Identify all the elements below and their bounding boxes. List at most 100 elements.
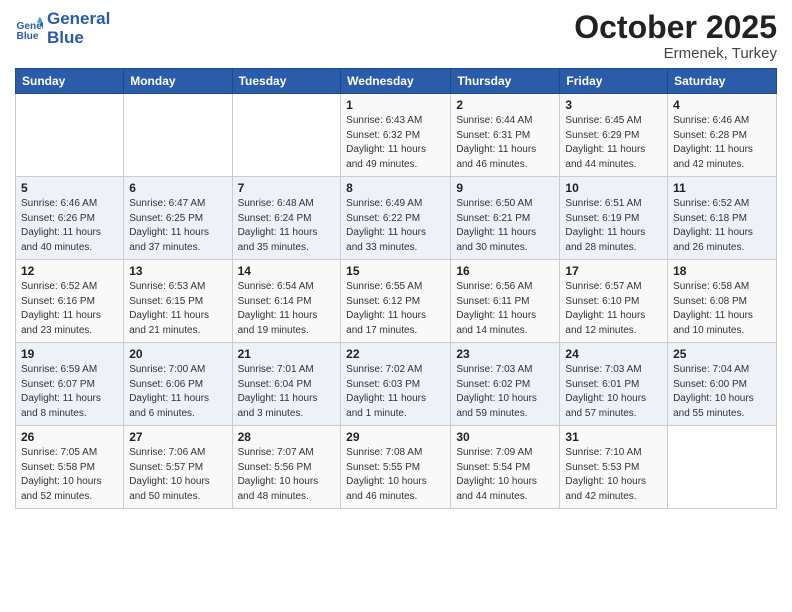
logo-general: General bbox=[47, 10, 110, 29]
day-number: 16 bbox=[456, 264, 554, 278]
day-detail: Sunrise: 7:05 AMSunset: 5:58 PMDaylight:… bbox=[21, 446, 118, 504]
day-cell: 24 Sunrise: 7:03 AMSunset: 6:01 PMDayligh… bbox=[560, 343, 668, 426]
day-number: 17 bbox=[565, 264, 662, 278]
day-number: 15 bbox=[346, 264, 445, 278]
day-number: 19 bbox=[21, 347, 118, 361]
day-number: 6 bbox=[129, 181, 226, 195]
day-cell: 1 Sunrise: 6:43 AMSunset: 6:32 PMDaylight… bbox=[341, 94, 451, 177]
title-block: October 2025 Ermenek, Turkey bbox=[574, 10, 777, 62]
day-number: 31 bbox=[565, 430, 662, 444]
page: General Blue General Blue October 2025 E… bbox=[0, 0, 792, 612]
day-number: 11 bbox=[673, 181, 771, 195]
day-cell: 29Sunrise: 7:08 AMSunset: 5:55 PMDayligh… bbox=[341, 426, 451, 509]
day-cell: 11 Sunrise: 6:52 AMSunset: 6:18 PMDayligh… bbox=[668, 177, 777, 260]
day-detail: Sunrise: 6:52 AMSunset: 6:16 PMDaylight:… bbox=[21, 280, 118, 338]
col-header-monday: Monday bbox=[124, 69, 232, 94]
week-row-3: 12 Sunrise: 6:52 AMSunset: 6:16 PMDayligh… bbox=[16, 260, 777, 343]
day-cell: 23Sunrise: 7:03 AMSunset: 6:02 PMDayligh… bbox=[451, 343, 560, 426]
day-cell: 26Sunrise: 7:05 AMSunset: 5:58 PMDayligh… bbox=[16, 426, 124, 509]
col-header-saturday: Saturday bbox=[668, 69, 777, 94]
day-number: 9 bbox=[456, 181, 554, 195]
day-cell: 8 Sunrise: 6:49 AMSunset: 6:22 PMDaylight… bbox=[341, 177, 451, 260]
day-cell: 17 Sunrise: 6:57 AMSunset: 6:10 PMDayligh… bbox=[560, 260, 668, 343]
day-detail: Sunrise: 6:55 AMSunset: 6:12 PMDaylight:… bbox=[346, 280, 445, 338]
day-number: 1 bbox=[346, 98, 445, 112]
day-cell: 30 Sunrise: 7:09 AMSunset: 5:54 PMDayligh… bbox=[451, 426, 560, 509]
day-cell: 20Sunrise: 7:00 AMSunset: 6:06 PMDayligh… bbox=[124, 343, 232, 426]
day-number: 4 bbox=[673, 98, 771, 112]
logo: General Blue General Blue bbox=[15, 10, 110, 47]
day-detail: Sunrise: 6:47 AMSunset: 6:25 PMDaylight:… bbox=[129, 197, 226, 255]
day-detail: Sunrise: 6:46 AMSunset: 6:26 PMDaylight:… bbox=[21, 197, 118, 255]
day-detail: Sunrise: 6:46 AMSunset: 6:28 PMDaylight:… bbox=[673, 114, 771, 172]
col-header-sunday: Sunday bbox=[16, 69, 124, 94]
day-detail: Sunrise: 6:58 AMSunset: 6:08 PMDaylight:… bbox=[673, 280, 771, 338]
day-cell: 15 Sunrise: 6:55 AMSunset: 6:12 PMDayligh… bbox=[341, 260, 451, 343]
week-row-2: 5 Sunrise: 6:46 AMSunset: 6:26 PMDaylight… bbox=[16, 177, 777, 260]
day-detail: Sunrise: 7:02 AMSunset: 6:03 PMDaylight:… bbox=[346, 363, 445, 421]
day-cell: 2 Sunrise: 6:44 AMSunset: 6:31 PMDaylight… bbox=[451, 94, 560, 177]
day-number: 21 bbox=[238, 347, 336, 361]
day-cell: 22Sunrise: 7:02 AMSunset: 6:03 PMDayligh… bbox=[341, 343, 451, 426]
col-header-wednesday: Wednesday bbox=[341, 69, 451, 94]
day-detail: Sunrise: 6:56 AMSunset: 6:11 PMDaylight:… bbox=[456, 280, 554, 338]
day-cell: 6 Sunrise: 6:47 AMSunset: 6:25 PMDaylight… bbox=[124, 177, 232, 260]
day-number: 10 bbox=[565, 181, 662, 195]
day-cell: 9 Sunrise: 6:50 AMSunset: 6:21 PMDaylight… bbox=[451, 177, 560, 260]
svg-text:Blue: Blue bbox=[17, 31, 39, 42]
day-detail: Sunrise: 6:52 AMSunset: 6:18 PMDaylight:… bbox=[673, 197, 771, 255]
header-row: SundayMondayTuesdayWednesdayThursdayFrid… bbox=[16, 69, 777, 94]
day-cell: 18 Sunrise: 6:58 AMSunset: 6:08 PMDayligh… bbox=[668, 260, 777, 343]
day-detail: Sunrise: 7:04 AMSunset: 6:00 PMDaylight:… bbox=[673, 363, 771, 421]
col-header-tuesday: Tuesday bbox=[232, 69, 341, 94]
day-detail: Sunrise: 7:10 AMSunset: 5:53 PMDaylight:… bbox=[565, 446, 662, 504]
day-cell bbox=[124, 94, 232, 177]
logo-icon: General Blue bbox=[15, 15, 43, 43]
logo-blue: Blue bbox=[47, 29, 110, 48]
day-detail: Sunrise: 7:09 AMSunset: 5:54 PMDaylight:… bbox=[456, 446, 554, 504]
day-detail: Sunrise: 6:57 AMSunset: 6:10 PMDaylight:… bbox=[565, 280, 662, 338]
day-detail: Sunrise: 6:50 AMSunset: 6:21 PMDaylight:… bbox=[456, 197, 554, 255]
day-number: 12 bbox=[21, 264, 118, 278]
day-number: 18 bbox=[673, 264, 771, 278]
day-number: 2 bbox=[456, 98, 554, 112]
day-detail: Sunrise: 7:01 AMSunset: 6:04 PMDaylight:… bbox=[238, 363, 336, 421]
day-number: 7 bbox=[238, 181, 336, 195]
day-detail: Sunrise: 6:49 AMSunset: 6:22 PMDaylight:… bbox=[346, 197, 445, 255]
day-cell bbox=[16, 94, 124, 177]
day-cell: 7Sunrise: 6:48 AMSunset: 6:24 PMDaylight… bbox=[232, 177, 341, 260]
day-number: 5 bbox=[21, 181, 118, 195]
header: General Blue General Blue October 2025 E… bbox=[15, 10, 777, 62]
day-detail: Sunrise: 7:06 AMSunset: 5:57 PMDaylight:… bbox=[129, 446, 226, 504]
day-detail: Sunrise: 6:59 AMSunset: 6:07 PMDaylight:… bbox=[21, 363, 118, 421]
day-number: 27 bbox=[129, 430, 226, 444]
day-cell: 16 Sunrise: 6:56 AMSunset: 6:11 PMDayligh… bbox=[451, 260, 560, 343]
day-detail: Sunrise: 7:08 AMSunset: 5:55 PMDaylight:… bbox=[346, 446, 445, 504]
day-cell: 10 Sunrise: 6:51 AMSunset: 6:19 PMDayligh… bbox=[560, 177, 668, 260]
day-cell: 27 Sunrise: 7:06 AMSunset: 5:57 PMDayligh… bbox=[124, 426, 232, 509]
day-detail: Sunrise: 6:45 AMSunset: 6:29 PMDaylight:… bbox=[565, 114, 662, 172]
day-detail: Sunrise: 6:43 AMSunset: 6:32 PMDaylight:… bbox=[346, 114, 445, 172]
day-number: 30 bbox=[456, 430, 554, 444]
week-row-4: 19 Sunrise: 6:59 AMSunset: 6:07 PMDayligh… bbox=[16, 343, 777, 426]
day-detail: Sunrise: 7:03 AMSunset: 6:02 PMDaylight:… bbox=[456, 363, 554, 421]
day-detail: Sunrise: 6:54 AMSunset: 6:14 PMDaylight:… bbox=[238, 280, 336, 338]
day-detail: Sunrise: 6:53 AMSunset: 6:15 PMDaylight:… bbox=[129, 280, 226, 338]
day-cell: 21 Sunrise: 7:01 AMSunset: 6:04 PMDayligh… bbox=[232, 343, 341, 426]
day-cell bbox=[668, 426, 777, 509]
calendar-title: October 2025 bbox=[574, 10, 777, 45]
day-cell: 12 Sunrise: 6:52 AMSunset: 6:16 PMDayligh… bbox=[16, 260, 124, 343]
day-number: 13 bbox=[129, 264, 226, 278]
day-detail: Sunrise: 7:03 AMSunset: 6:01 PMDaylight:… bbox=[565, 363, 662, 421]
day-number: 8 bbox=[346, 181, 445, 195]
calendar-table: SundayMondayTuesdayWednesdayThursdayFrid… bbox=[15, 68, 777, 509]
day-detail: Sunrise: 7:00 AMSunset: 6:06 PMDaylight:… bbox=[129, 363, 226, 421]
day-detail: Sunrise: 6:44 AMSunset: 6:31 PMDaylight:… bbox=[456, 114, 554, 172]
calendar-subtitle: Ermenek, Turkey bbox=[574, 45, 777, 62]
col-header-thursday: Thursday bbox=[451, 69, 560, 94]
day-detail: Sunrise: 6:51 AMSunset: 6:19 PMDaylight:… bbox=[565, 197, 662, 255]
day-number: 3 bbox=[565, 98, 662, 112]
day-number: 24 bbox=[565, 347, 662, 361]
day-cell: 4 Sunrise: 6:46 AMSunset: 6:28 PMDaylight… bbox=[668, 94, 777, 177]
week-row-1: 1 Sunrise: 6:43 AMSunset: 6:32 PMDaylight… bbox=[16, 94, 777, 177]
